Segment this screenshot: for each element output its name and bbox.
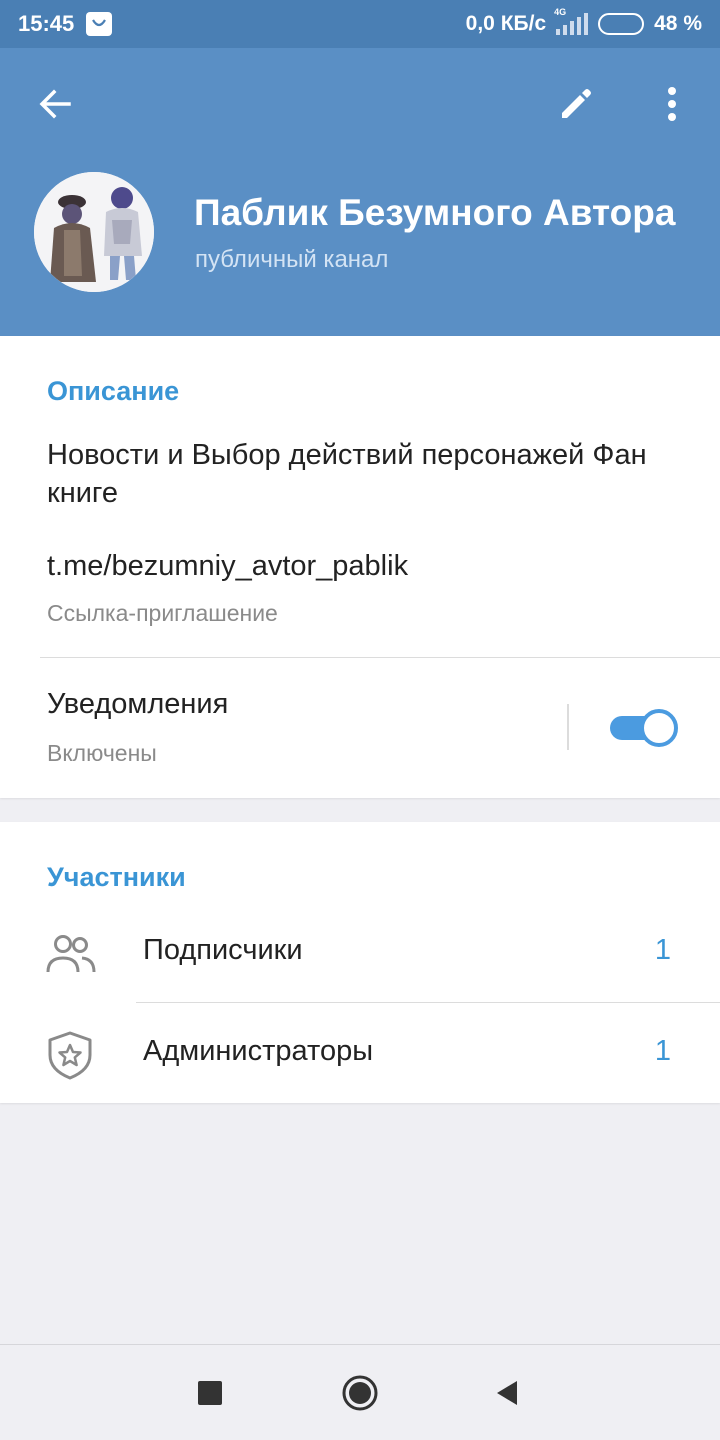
channel-title: Паблик Безумного Автора: [194, 192, 676, 233]
shield-star-icon: [48, 1031, 92, 1080]
network-speed: 0,0 КБ/с: [465, 12, 547, 35]
channel-header: Паблик Безумного Автора публичный канал: [0, 48, 720, 336]
battery-percent: 48 %: [654, 12, 702, 35]
people-icon: [46, 935, 96, 973]
triangle-back-icon: [497, 1381, 517, 1405]
administrators-count: 1: [654, 1035, 671, 1067]
members-section-title: Участники: [47, 862, 186, 892]
administrators-label: Администраторы: [143, 1035, 374, 1067]
vertical-separator: [567, 704, 569, 750]
notification-app-icon: [86, 12, 113, 36]
info-card: Описание Новости и Выбор действий персон…: [0, 336, 720, 798]
administrators-row[interactable]: Администраторы 1: [0, 1003, 720, 1103]
status-time: 15:45: [18, 11, 75, 36]
notifications-label[interactable]: Уведомления: [47, 688, 228, 721]
notifications-toggle[interactable]: [610, 709, 678, 747]
subscribers-row[interactable]: Подписчики 1: [0, 902, 720, 1002]
edit-button[interactable]: [548, 76, 604, 132]
subscribers-count: 1: [654, 934, 671, 966]
more-vert-icon: [668, 87, 676, 121]
status-bar: 15:45 0,0 КБ/с 4G 48 %: [0, 0, 720, 48]
notifications-status: Включены: [47, 740, 157, 766]
back-button[interactable]: [27, 76, 83, 132]
members-card: Участники Подписчики 1 Администраторы 1: [0, 822, 720, 1103]
divider: [40, 657, 720, 658]
channel-description: Новости и Выбор действий персонажей Фан …: [47, 439, 647, 509]
invite-link[interactable]: t.me/bezumniy_avtor_pablik: [47, 550, 408, 583]
channel-type: публичный канал: [195, 246, 389, 273]
back-arrow-icon: [39, 89, 71, 119]
more-button[interactable]: [644, 76, 700, 132]
system-back-button[interactable]: [485, 1371, 529, 1415]
description-section-title: Описание: [47, 376, 180, 406]
square-icon: [198, 1381, 222, 1405]
signal-icon: 4G: [554, 7, 589, 35]
subscribers-label: Подписчики: [143, 934, 303, 966]
system-navigation-bar: [0, 1344, 720, 1440]
channel-avatar[interactable]: [34, 172, 154, 292]
battery-icon: [598, 13, 645, 35]
recent-apps-button[interactable]: [188, 1371, 232, 1415]
invite-link-caption: Ссылка-приглашение: [47, 600, 278, 626]
pencil-icon: [562, 89, 591, 118]
home-button[interactable]: [338, 1371, 382, 1415]
home-circle-icon: [342, 1375, 378, 1411]
